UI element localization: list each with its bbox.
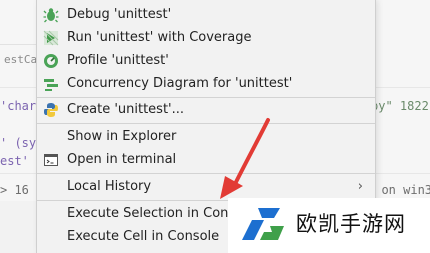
menu-item-open-in-terminal[interactable]: Open in terminal	[37, 149, 375, 171]
menu-item-label: Concurrency Diagram for 'unittest'	[67, 76, 293, 91]
tab-underline	[0, 44, 40, 45]
editor-code-fragment: py" 1822	[371, 99, 429, 113]
menu-item-label: Profile 'unittest'	[67, 53, 169, 68]
menu-item-label: Execute Selection in Conso	[67, 206, 244, 221]
menu-item-label: Create 'unittest'...	[67, 102, 185, 117]
menu-item-local-history[interactable]: Local History ›	[37, 176, 375, 198]
run-coverage-icon	[43, 30, 59, 46]
editor-code-line: est'	[0, 154, 29, 168]
watermark-logo	[242, 208, 284, 240]
menu-separator	[37, 123, 375, 124]
watermark-text: 欧凯手游网	[296, 212, 406, 236]
menu-item-label: Open in terminal	[67, 152, 177, 167]
watermark: 欧凯手游网	[228, 198, 430, 253]
console-fragment: ] on win3	[367, 183, 430, 197]
menu-item-concurrency-diagram[interactable]: Concurrency Diagram for 'unittest'	[37, 73, 375, 95]
debug-icon	[43, 7, 59, 23]
terminal-icon	[43, 152, 59, 168]
menu-separator	[37, 173, 375, 174]
console-line: > 16	[0, 183, 29, 197]
menu-item-label: Local History	[67, 179, 152, 194]
menu-item-debug[interactable]: Debug 'unittest'	[37, 4, 375, 26]
editor-tab-fragment[interactable]: estCa	[4, 53, 37, 66]
menu-item-label: Run 'unittest' with Coverage	[67, 30, 252, 45]
chevron-right-icon: ›	[357, 179, 363, 194]
menu-separator	[37, 97, 375, 98]
menu-item-label: Show in Explorer	[67, 129, 177, 144]
menu-item-profile[interactable]: Profile 'unittest'	[37, 50, 375, 72]
menu-item-label: Execute Cell in Console	[67, 229, 220, 244]
menu-item-run-coverage[interactable]: Run 'unittest' with Coverage	[37, 27, 375, 49]
python-icon	[43, 102, 59, 118]
menu-item-show-in-explorer[interactable]: Show in Explorer	[37, 126, 375, 148]
concurrency-diagram-icon	[43, 76, 59, 92]
profile-icon	[43, 53, 59, 69]
menu-item-create[interactable]: Create 'unittest'...	[37, 99, 375, 121]
menu-item-label: Debug 'unittest'	[67, 7, 172, 22]
